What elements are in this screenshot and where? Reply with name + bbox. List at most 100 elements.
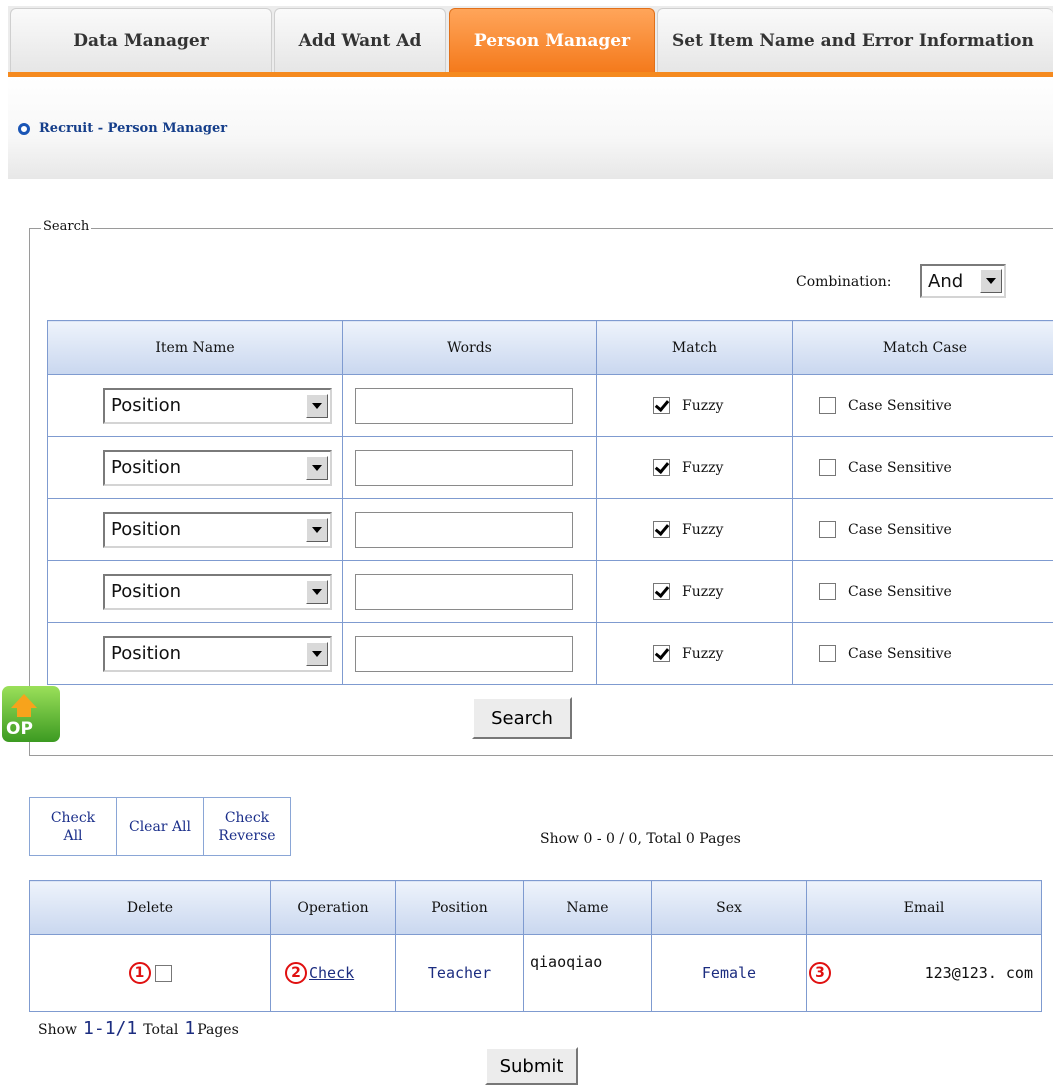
words-input[interactable] bbox=[355, 511, 573, 548]
selection-toolbar: Check All Clear All Check Reverse bbox=[29, 797, 291, 856]
search-header-row: Item Name Words Match Match Case bbox=[47, 320, 1053, 375]
back-to-top-button[interactable]: OP bbox=[2, 686, 60, 742]
breadcrumb: Recruit - Person Manager bbox=[18, 121, 227, 136]
match-cell: Fuzzy bbox=[596, 560, 793, 623]
search-legend: Search bbox=[41, 219, 92, 234]
fuzzy-checkbox[interactable] bbox=[653, 645, 670, 662]
check-all-button[interactable]: Check All bbox=[30, 798, 117, 855]
clear-all-button[interactable]: Clear All bbox=[117, 798, 204, 855]
item-name-cell: Position bbox=[47, 622, 343, 685]
callout-marker: 1 bbox=[128, 962, 151, 984]
case-sensitive-checkbox[interactable] bbox=[819, 521, 836, 538]
pages-count: 1 bbox=[184, 1018, 196, 1039]
fuzzy-checkbox[interactable] bbox=[653, 397, 670, 414]
dropdown-arrow-icon[interactable] bbox=[980, 269, 1002, 293]
header-words: Words bbox=[342, 320, 597, 375]
range-value: 1-1/1 bbox=[83, 1018, 138, 1039]
words-input[interactable] bbox=[355, 449, 573, 486]
dropdown-arrow-icon[interactable] bbox=[306, 517, 328, 542]
header-name: Name bbox=[523, 880, 652, 935]
case-sensitive-label: Case Sensitive bbox=[848, 459, 952, 476]
table-row: 1 2 Check Teacher qiaoqiao Female 3 123@… bbox=[29, 934, 1042, 1012]
search-criteria-row: Position Fuzzy Case Sensitive bbox=[47, 622, 1053, 685]
case-sensitive-checkbox[interactable] bbox=[819, 397, 836, 414]
item-name-value: Position bbox=[111, 457, 182, 478]
words-cell bbox=[342, 622, 597, 685]
search-button[interactable]: Search bbox=[472, 697, 572, 739]
fuzzy-checkbox[interactable] bbox=[653, 521, 670, 538]
header-delete: Delete bbox=[29, 880, 271, 935]
case-sensitive-checkbox[interactable] bbox=[819, 459, 836, 476]
tab-set-item-name[interactable]: Set Item Name and Error Information bbox=[657, 8, 1053, 72]
search-criteria-row: Position Fuzzy Case Sensitive bbox=[47, 436, 1053, 499]
case-sensitive-label: Case Sensitive bbox=[848, 521, 952, 538]
item-name-select[interactable]: Position bbox=[103, 511, 332, 548]
header-match-case: Match Case bbox=[792, 320, 1053, 375]
submit-button[interactable]: Submit bbox=[485, 1047, 578, 1085]
up-arrow-icon bbox=[11, 694, 37, 708]
item-name-value: Position bbox=[111, 581, 182, 602]
bullet-circle-icon bbox=[18, 122, 30, 135]
item-name-cell: Position bbox=[47, 436, 343, 499]
case-sensitive-label: Case Sensitive bbox=[848, 645, 952, 662]
pages-label: Pages bbox=[197, 1022, 239, 1038]
case-sensitive-checkbox[interactable] bbox=[819, 645, 836, 662]
name-value: qiaoqiao bbox=[530, 953, 603, 971]
callout-marker: 3 bbox=[809, 962, 831, 984]
match-cell: Fuzzy bbox=[596, 622, 793, 685]
item-name-select[interactable]: Position bbox=[103, 635, 332, 672]
match-case-cell: Case Sensitive bbox=[792, 498, 1053, 561]
dropdown-arrow-icon[interactable] bbox=[306, 579, 328, 604]
search-criteria-table: Item Name Words Match Match Case Positio… bbox=[47, 320, 1053, 685]
item-name-select[interactable]: Position bbox=[103, 387, 332, 424]
position-value: Teacher bbox=[427, 964, 492, 982]
match-cell: Fuzzy bbox=[596, 436, 793, 499]
item-name-cell: Position bbox=[47, 374, 343, 437]
dropdown-arrow-icon[interactable] bbox=[306, 455, 328, 480]
check-reverse-button[interactable]: Check Reverse bbox=[204, 798, 290, 855]
combination-label: Combination: bbox=[796, 274, 892, 290]
fuzzy-label: Fuzzy bbox=[682, 645, 724, 662]
case-sensitive-label: Case Sensitive bbox=[848, 583, 952, 600]
results-table: Delete Operation Position Name Sex Email… bbox=[29, 880, 1042, 1012]
search-criteria-row: Position Fuzzy Case Sensitive bbox=[47, 374, 1053, 437]
dropdown-arrow-icon[interactable] bbox=[306, 393, 328, 418]
combination-value: And bbox=[928, 270, 964, 292]
show-label: Show bbox=[38, 1022, 78, 1038]
results-header-row: Delete Operation Position Name Sex Email bbox=[29, 880, 1042, 935]
item-name-select[interactable]: Position bbox=[103, 573, 332, 610]
match-cell: Fuzzy bbox=[596, 498, 793, 561]
breadcrumb-text: Recruit - Person Manager bbox=[39, 121, 228, 136]
combination-select[interactable]: And bbox=[920, 264, 1006, 298]
dropdown-arrow-icon[interactable] bbox=[306, 641, 328, 666]
fuzzy-label: Fuzzy bbox=[682, 397, 724, 414]
words-cell bbox=[342, 560, 597, 623]
search-criteria-row: Position Fuzzy Case Sensitive bbox=[47, 560, 1053, 623]
header-item-name: Item Name bbox=[47, 320, 343, 375]
header-operation: Operation bbox=[270, 880, 396, 935]
case-sensitive-checkbox[interactable] bbox=[819, 583, 836, 600]
pagination-summary: Show 1-1/1 Total 1 Pages bbox=[38, 1018, 239, 1039]
match-case-cell: Case Sensitive bbox=[792, 374, 1053, 437]
words-input[interactable] bbox=[355, 635, 573, 672]
words-cell bbox=[342, 374, 597, 437]
delete-checkbox[interactable] bbox=[154, 964, 172, 982]
fuzzy-checkbox[interactable] bbox=[653, 583, 670, 600]
item-name-select[interactable]: Position bbox=[103, 449, 332, 486]
tab-data-manager[interactable]: Data Manager bbox=[10, 8, 272, 72]
tab-add-want-ad[interactable]: Add Want Ad bbox=[274, 8, 446, 72]
fuzzy-checkbox[interactable] bbox=[653, 459, 670, 476]
check-reverse-label: Check Reverse bbox=[218, 809, 276, 844]
item-name-cell: Position bbox=[47, 560, 343, 623]
top-label: OP bbox=[6, 719, 33, 739]
item-name-value: Position bbox=[111, 519, 182, 540]
total-label: Total bbox=[143, 1022, 179, 1038]
tab-person-manager[interactable]: Person Manager bbox=[449, 8, 655, 72]
words-input[interactable] bbox=[355, 387, 573, 424]
sex-cell: Female bbox=[651, 934, 807, 1012]
words-input[interactable] bbox=[355, 573, 573, 610]
header-sex: Sex bbox=[651, 880, 807, 935]
item-name-value: Position bbox=[111, 395, 182, 416]
check-link[interactable]: Check bbox=[309, 964, 354, 982]
search-criteria-row: Position Fuzzy Case Sensitive bbox=[47, 498, 1053, 561]
